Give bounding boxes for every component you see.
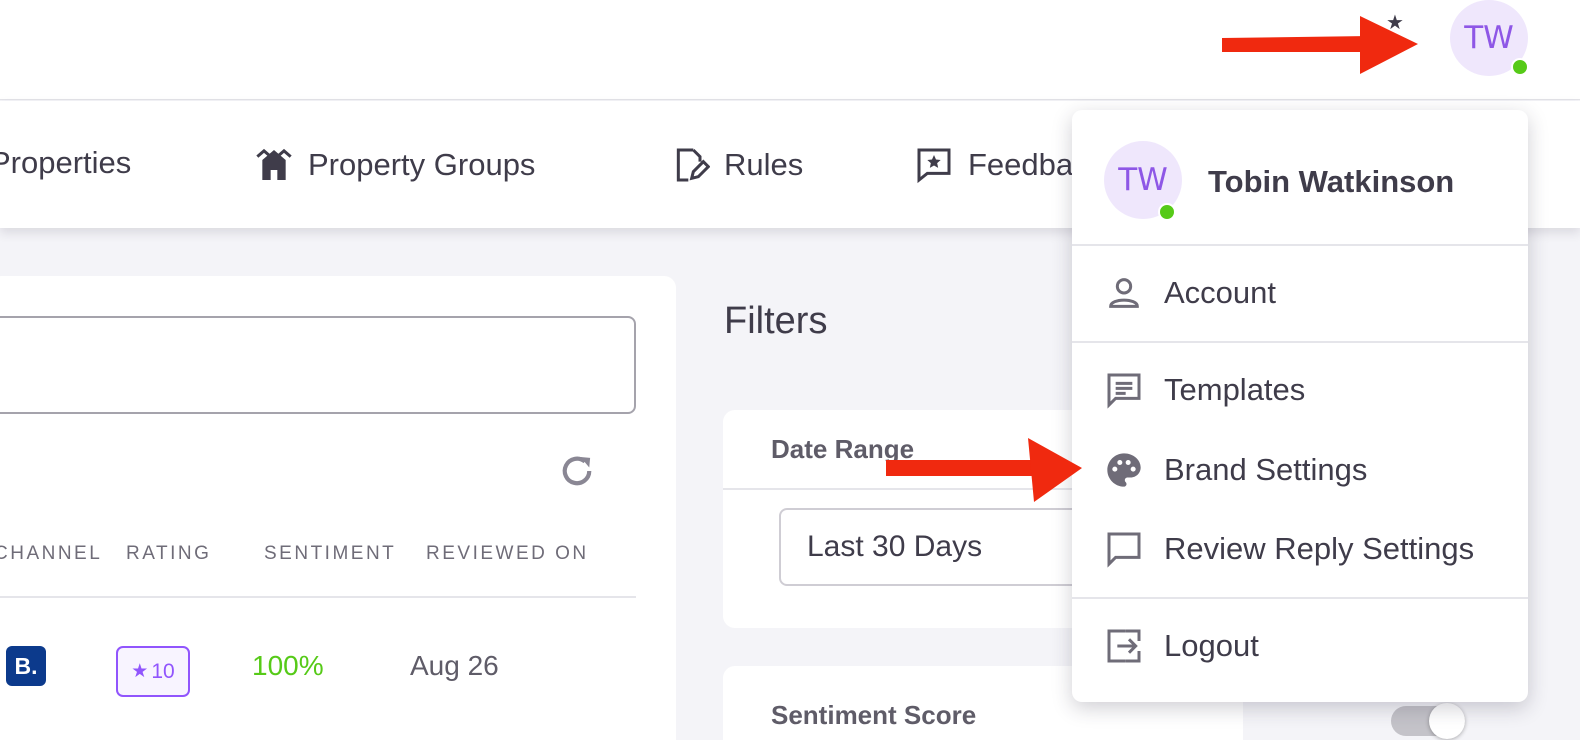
sentiment-value: 100% <box>252 650 324 681</box>
menu-item-review-reply-settings[interactable]: Review Reply Settings <box>1104 519 1524 579</box>
menu-divider <box>1072 244 1528 246</box>
menu-divider <box>1072 597 1528 599</box>
booking-channel-logo: B. <box>6 646 46 686</box>
palette-icon <box>1107 453 1141 487</box>
column-header-rating[interactable]: RATING <box>126 543 211 565</box>
property-groups-icon <box>256 148 292 180</box>
nav-item-label: Property Groups <box>308 147 536 182</box>
menu-item-label: Logout <box>1164 628 1259 663</box>
reviewed-on-value: Aug 26 <box>410 650 499 681</box>
nav-item-feedback[interactable]: Feedba <box>914 145 1073 185</box>
column-header-sentiment[interactable]: SENTIMENT <box>264 543 396 565</box>
online-status-dot <box>1158 203 1176 221</box>
star-icon: ★ <box>131 661 149 682</box>
top-app-bar: ★ TW <box>0 0 1580 100</box>
menu-item-account[interactable]: Account <box>1104 263 1524 323</box>
table-divider <box>0 596 636 598</box>
account-icon <box>1109 278 1139 308</box>
star-icon: ★ <box>1386 12 1404 34</box>
nav-item-label: Feedba <box>968 147 1074 182</box>
nav-item-label: Rules <box>724 147 804 182</box>
sentiment-score-label: Sentiment Score <box>771 700 977 730</box>
review-reply-icon <box>1107 532 1141 568</box>
sentiment-score-toggle[interactable] <box>1391 703 1465 739</box>
menu-avatar: TW <box>1104 141 1182 221</box>
nav-item-property-groups[interactable]: Property Groups <box>254 145 535 185</box>
logout-icon <box>1107 629 1141 663</box>
menu-item-label: Templates <box>1164 372 1306 407</box>
column-header-reviewed-on[interactable]: REVIEWED ON <box>426 543 589 565</box>
menu-item-label: Brand Settings <box>1164 452 1368 487</box>
menu-item-label: Review Reply Settings <box>1164 531 1475 566</box>
nav-item-rules[interactable]: Rules <box>670 145 803 185</box>
menu-divider <box>1072 341 1528 343</box>
filters-heading: Filters <box>724 300 828 342</box>
search-input[interactable] <box>0 316 636 414</box>
feedback-star-icon <box>917 148 951 184</box>
user-menu-dropdown: TW Tobin Watkinson Account Templates Bra… <box>1072 110 1528 702</box>
rating-badge: ★ 10 <box>116 646 190 697</box>
column-header-channel[interactable]: CHANNEL <box>0 543 102 565</box>
menu-item-label: Account <box>1164 275 1277 310</box>
refresh-icon[interactable] <box>556 450 598 492</box>
avatar-initials: TW <box>1118 162 1168 198</box>
rating-value: 10 <box>151 659 175 683</box>
user-avatar-button[interactable]: TW <box>1450 0 1529 76</box>
user-name: Tobin Watkinson <box>1208 164 1455 199</box>
rules-edit-icon <box>676 148 710 182</box>
avatar-initials: TW <box>1464 20 1514 56</box>
online-status-dot <box>1511 58 1529 76</box>
nav-item-label: Properties <box>0 145 132 180</box>
menu-item-templates[interactable]: Templates <box>1104 360 1524 420</box>
templates-icon <box>1107 373 1141 409</box>
date-range-label: Date Range <box>771 434 915 464</box>
menu-item-logout[interactable]: Logout <box>1104 616 1524 676</box>
nav-item-properties[interactable]: Properties <box>0 145 131 181</box>
menu-item-brand-settings[interactable]: Brand Settings <box>1104 440 1524 500</box>
